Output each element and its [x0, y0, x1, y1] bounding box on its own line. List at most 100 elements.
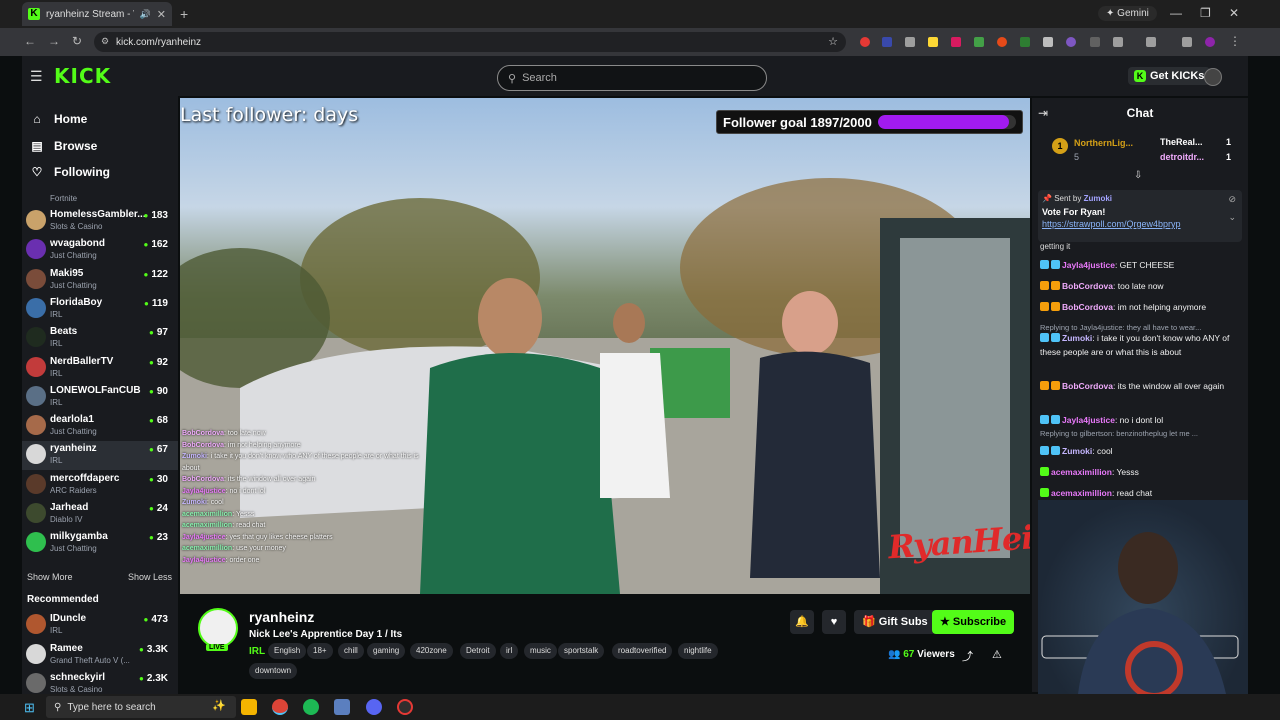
url-field[interactable]: ⚙ kick.com/ryanheinz ☆	[94, 32, 846, 52]
chevron-down-icon[interactable]: ⌄	[1228, 212, 1236, 223]
extension-icon[interactable]	[1043, 37, 1053, 47]
show-less-link[interactable]: Show Less	[128, 572, 172, 582]
leader-name[interactable]: NorthernLig...	[1074, 138, 1133, 148]
extensions-puzzle-icon[interactable]	[1113, 37, 1123, 47]
sidebar-channel[interactable]: HomelessGambler... Slots & Casino ● 183	[22, 207, 178, 236]
sidebar-channel[interactable]: Maki95 Just Chatting ● 122	[22, 266, 178, 295]
spotify-icon[interactable]	[303, 699, 319, 715]
expand-leaderboard-icon[interactable]: ⇩	[1134, 170, 1142, 181]
sidebar-channel[interactable]: dearlola1 Just Chatting ● 68	[22, 412, 178, 441]
profile-avatar[interactable]	[1205, 37, 1215, 47]
pinned-link[interactable]: https://strawpoll.com/Qrgew4bpryp	[1042, 219, 1238, 229]
extension-icon[interactable]	[882, 37, 892, 47]
stream-tag[interactable]: 420zone	[410, 643, 453, 659]
share-icon[interactable]: ⤴	[962, 648, 973, 664]
stream-tag[interactable]: 18+	[307, 643, 333, 659]
gift-subs-button[interactable]: 🎁 Gift Subs	[854, 610, 936, 634]
report-icon[interactable]: ⚠	[992, 648, 1002, 661]
extension-icon[interactable]	[997, 37, 1007, 47]
stream-tag[interactable]: gaming	[367, 643, 406, 659]
sidebar-channel[interactable]: FloridaBoy IRL ● 119	[22, 295, 178, 324]
tab-close-icon[interactable]: ✕	[157, 8, 166, 21]
gemini-button[interactable]: ✦ Gemini	[1098, 6, 1157, 21]
new-tab-button[interactable]: +	[180, 6, 188, 22]
sidebar-channel[interactable]: NerdBallerTV IRL ● 92	[22, 354, 178, 383]
sidebar-channel[interactable]: Ramee Grand Theft Auto V (... ● 3.3K	[22, 641, 178, 670]
extension-icon[interactable]	[951, 37, 961, 47]
stream-tag[interactable]: nightlife	[678, 643, 718, 659]
stream-tag[interactable]: chill	[338, 643, 364, 659]
app-icon[interactable]	[334, 699, 350, 715]
get-kicks-button[interactable]: K Get KICKs	[1128, 67, 1211, 85]
stream-tag[interactable]: roadtoverified	[612, 643, 673, 659]
minimize-icon[interactable]: —	[1170, 6, 1182, 20]
stream-tag[interactable]: irl	[500, 643, 519, 659]
close-window-icon[interactable]: ✕	[1229, 6, 1239, 20]
extension-icon[interactable]	[1066, 37, 1076, 47]
stream-tag[interactable]: downtown	[249, 663, 298, 679]
taskbar-search[interactable]: ⚲ Type here to search ✨	[46, 696, 236, 718]
chat-username[interactable]: acemaximillion	[1051, 488, 1112, 498]
maximize-icon[interactable]: ❐	[1200, 6, 1211, 20]
sidebar-channel[interactable]: mercoffdaperc ARC Raiders ● 30	[22, 471, 178, 500]
stream-category[interactable]: IRL	[249, 646, 265, 657]
chat-username[interactable]: BobCordova	[1062, 281, 1113, 291]
nav-home[interactable]: ⌂ Home	[22, 106, 178, 132]
reading-list-icon[interactable]	[1182, 37, 1192, 47]
notification-bell-icon[interactable]: 🔔	[790, 610, 814, 634]
video-player[interactable]: Last follower: days Follower goal 1897/2…	[180, 98, 1030, 594]
forward-icon[interactable]: →	[48, 34, 60, 48]
reload-icon[interactable]: ↻	[72, 34, 82, 48]
sidebar-channel[interactable]: IDuncle IRL ● 473	[22, 611, 178, 640]
hamburger-menu-icon[interactable]: ☰	[30, 68, 43, 85]
search-input[interactable]: ⚲ Search	[497, 65, 767, 91]
back-icon[interactable]: ←	[24, 34, 36, 48]
sidebar-channel[interactable]: Beats IRL ● 97	[22, 324, 178, 353]
stream-tag[interactable]: sportstalk	[558, 643, 605, 659]
sidebar-channel[interactable]: Jarhead Diablo IV ● 24	[22, 500, 178, 529]
sidepanel-icon[interactable]	[1146, 37, 1156, 47]
user-avatar[interactable]	[1204, 68, 1222, 86]
sidebar-channel[interactable]: wvagabond Just Chatting ● 162	[22, 236, 178, 265]
chat-username[interactable]: BobCordova	[1062, 302, 1113, 312]
chat-username[interactable]: Zumoki	[1062, 333, 1092, 343]
chat-username[interactable]: BobCordova	[1062, 381, 1113, 391]
windows-start-icon[interactable]: ⊞	[24, 700, 35, 716]
site-info-icon[interactable]: ⚙	[101, 36, 109, 47]
nav-browse[interactable]: ▤ Browse	[22, 133, 178, 159]
follow-heart-icon[interactable]: ♥	[822, 610, 846, 634]
sidebar-channel[interactable]: LONEWOLFanCUB IRL ● 90	[22, 383, 178, 412]
extension-icon[interactable]	[1020, 37, 1030, 47]
chat-username[interactable]: Jayla4justice	[1062, 415, 1115, 425]
chat-username[interactable]: Zumoki	[1062, 446, 1092, 456]
nav-following[interactable]: ♡ Following	[22, 159, 178, 185]
leader-name[interactable]: TheReal...	[1160, 137, 1203, 147]
streamer-name[interactable]: ryanheinz	[249, 609, 314, 625]
browser-menu-icon[interactable]: ⋮	[1229, 34, 1241, 48]
chrome-icon[interactable]	[272, 699, 288, 715]
sidebar-channel[interactable]: ryanheinz IRL ● 67	[22, 441, 178, 471]
stream-tag[interactable]: English	[268, 643, 307, 659]
extension-icon[interactable]	[860, 37, 870, 47]
streamer-avatar[interactable]	[198, 608, 238, 648]
show-more-link[interactable]: Show More	[27, 572, 73, 582]
extension-icon[interactable]	[928, 37, 938, 47]
tab-audio-icon[interactable]: 🔊	[140, 9, 151, 20]
extension-icon[interactable]	[1090, 37, 1100, 47]
sidebar-channel[interactable]: milkygamba Just Chatting ● 23	[22, 529, 178, 558]
extension-icon[interactable]	[974, 37, 984, 47]
chat-username[interactable]: Jayla4justice	[1062, 260, 1115, 270]
file-explorer-icon[interactable]	[241, 699, 257, 715]
unpin-icon[interactable]: ⊘	[1228, 194, 1236, 205]
bookmark-star-icon[interactable]: ☆	[828, 35, 838, 48]
browser-tab[interactable]: K ryanheinz Stream - Watch L 🔊 ✕	[22, 2, 172, 26]
subscribe-button[interactable]: ★ Subscribe	[932, 610, 1015, 634]
pinned-sender[interactable]: Zumoki	[1084, 194, 1112, 203]
chat-username[interactable]: acemaximillion	[1051, 467, 1112, 477]
kick-logo[interactable]: KICK	[54, 64, 111, 88]
obs-icon[interactable]	[397, 699, 413, 715]
leader-name[interactable]: detroitdr...	[1160, 152, 1204, 162]
discord-icon[interactable]	[366, 699, 382, 715]
stream-tag[interactable]: Detroit	[460, 643, 496, 659]
stream-tag[interactable]: music	[524, 643, 557, 659]
